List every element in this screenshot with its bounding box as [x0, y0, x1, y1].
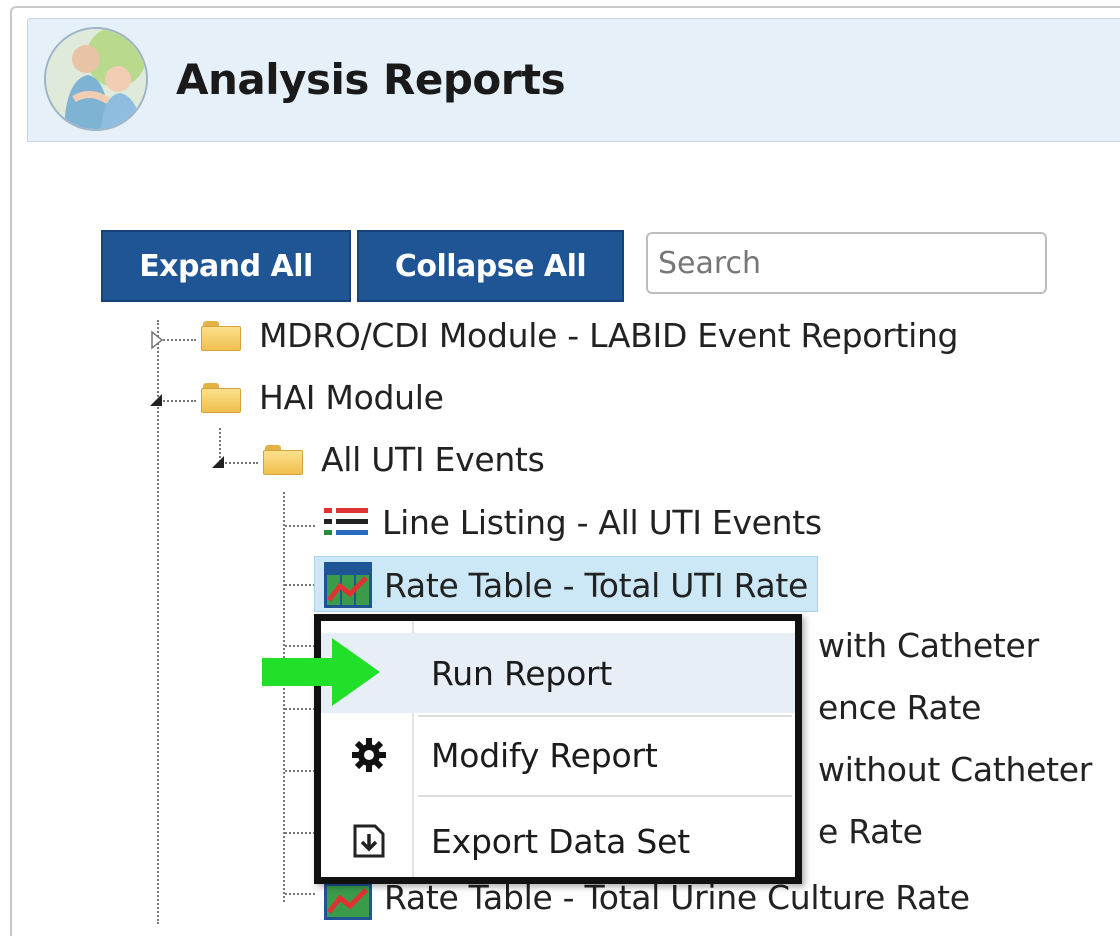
page-title: Analysis Reports: [176, 55, 566, 104]
search-input[interactable]: [646, 232, 1047, 294]
tree-node-line-listing[interactable]: Line Listing - All UTI Events: [324, 502, 822, 542]
tree-node-hai[interactable]: HAI Module: [201, 378, 444, 417]
tree-line: [285, 893, 315, 895]
export-icon: [349, 821, 389, 861]
context-menu: Run Report Modify Report Export Data Set: [314, 614, 802, 884]
page-header: Analysis Reports: [27, 18, 1120, 142]
folder-icon: [201, 382, 241, 413]
tree-line: [285, 770, 315, 772]
expand-all-button[interactable]: Expand All: [101, 230, 351, 302]
tree-node-partial[interactable]: with Catheter: [818, 626, 1039, 665]
tree-node-label: e Rate: [818, 812, 923, 851]
folder-icon: [263, 444, 303, 475]
line-listing-icon: [324, 502, 368, 542]
menu-item-label: Modify Report: [431, 735, 658, 775]
callout-arrow-icon: [262, 636, 382, 708]
tree-line: [285, 584, 315, 586]
tree-line: [285, 832, 315, 834]
tree-node-label: HAI Module: [259, 378, 444, 417]
run-report-menu-item[interactable]: Run Report: [321, 633, 795, 713]
modify-report-menu-item[interactable]: Modify Report: [321, 715, 795, 795]
menu-divider: [418, 795, 792, 797]
tree-node-label: All UTI Events: [321, 440, 545, 479]
menu-item-label: Run Report: [431, 653, 613, 693]
tree-node-label: without Catheter: [818, 750, 1092, 789]
tree-node-label: ence Rate: [818, 688, 982, 727]
rate-table-icon: [324, 562, 372, 608]
collapse-arrow-icon[interactable]: [208, 452, 228, 476]
tree-node-label: Rate Table - Total UTI Rate: [384, 565, 809, 605]
tree-node-partial[interactable]: without Catheter: [818, 750, 1092, 789]
folder-icon: [201, 320, 241, 351]
menu-item-label: Export Data Set: [431, 821, 690, 861]
gear-icon: [349, 735, 389, 775]
tree-node-uti[interactable]: All UTI Events: [263, 440, 545, 479]
caregiver-photo-icon: [44, 27, 148, 131]
tree-node-partial[interactable]: e Rate: [818, 812, 923, 851]
tree-node-partial[interactable]: ence Rate: [818, 688, 981, 727]
tree-node-rate-total[interactable]: Rate Table - Total UTI Rate: [324, 562, 808, 608]
tree-node-mdro[interactable]: MDRO/CDI Module - LABID Event Reporting: [201, 316, 959, 355]
tree-node-label: MDRO/CDI Module - LABID Event Reporting: [259, 316, 959, 355]
tree-line: [285, 525, 315, 527]
collapse-arrow-icon[interactable]: [146, 390, 166, 414]
collapse-all-button[interactable]: Collapse All: [357, 230, 624, 302]
expand-arrow-icon[interactable]: [150, 330, 164, 354]
tree-node-label: with Catheter: [818, 626, 1039, 665]
tree-line: [285, 708, 315, 710]
export-data-set-menu-item[interactable]: Export Data Set: [321, 801, 795, 881]
tree-node-label: Line Listing - All UTI Events: [382, 502, 822, 542]
tree-line: [160, 339, 196, 341]
